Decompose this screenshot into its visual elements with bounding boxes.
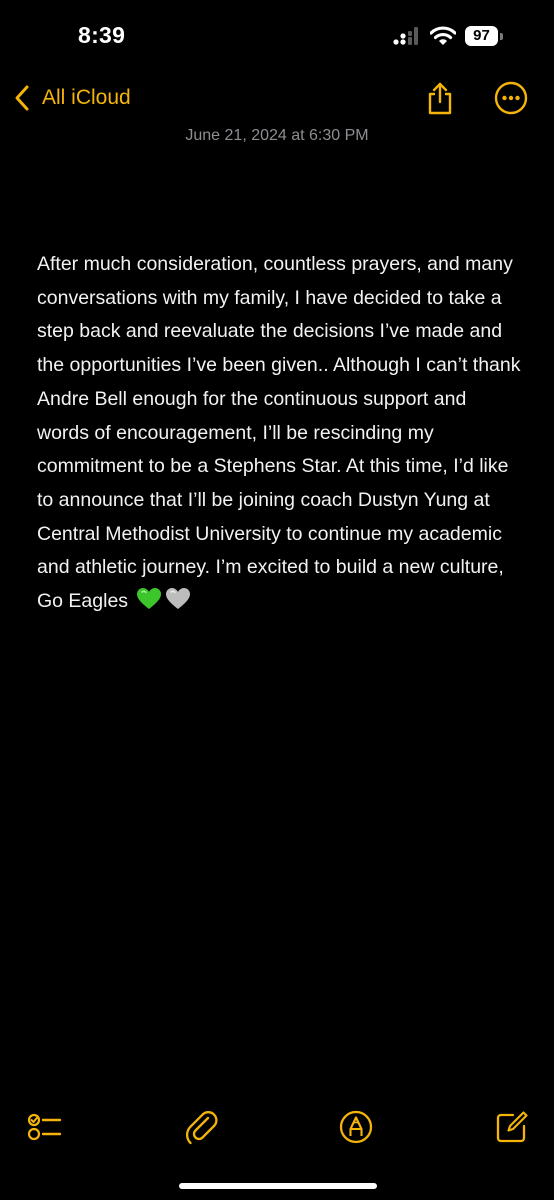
status-time: 8:39 [78,22,126,48]
checklist-icon [26,1109,62,1145]
back-button[interactable]: All iCloud [14,82,131,114]
battery-icon: 97 [465,26,503,46]
wifi-icon [429,26,457,46]
checklist-button[interactable] [26,1109,62,1145]
compose-icon [494,1109,530,1145]
home-indicator[interactable] [179,1183,377,1189]
green-heart-icon [136,587,162,623]
status-bar: 8:39 97 [0,0,554,76]
note-date: June 21, 2024 at 6:30 PM [185,127,369,144]
note-text: After much consideration, countless pray… [37,253,521,613]
chevron-left-icon [14,84,30,112]
markup-pen-icon [338,1109,374,1145]
more-options-button[interactable] [493,80,529,116]
attach-button[interactable] [184,1109,220,1145]
share-button[interactable] [422,80,458,116]
compose-button[interactable] [494,1109,530,1145]
grey-heart-icon [165,587,191,623]
note-body[interactable]: After much consideration, countless pray… [37,248,523,623]
back-button-label: All iCloud [42,86,131,109]
markup-button[interactable] [338,1109,374,1145]
share-icon [422,80,458,116]
ellipsis-circle-icon [493,80,529,116]
battery-level: 97 [473,27,490,44]
battery-cap [500,33,503,40]
cellular-signal-icon [392,26,422,46]
paperclip-icon [184,1109,220,1145]
